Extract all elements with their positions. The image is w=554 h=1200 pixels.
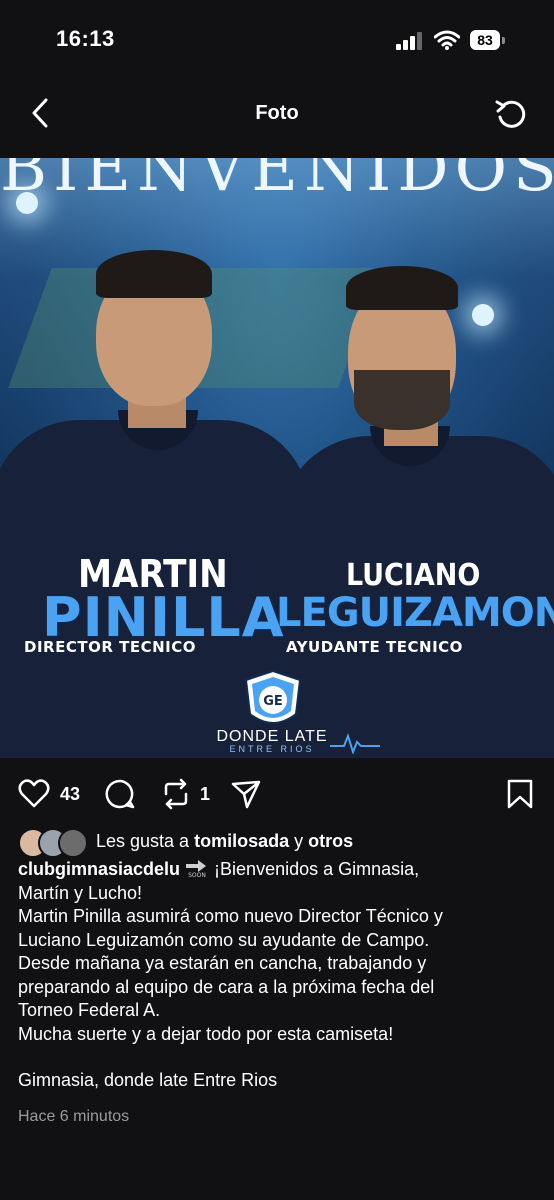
person-right-beard — [354, 370, 450, 430]
right-role: AYUDANTE TECNICO — [286, 638, 463, 656]
battery-tip — [502, 37, 505, 44]
person-right-hair — [346, 266, 458, 310]
status-bar: 16:13 83 — [0, 0, 554, 80]
left-role: DIRECTOR TECNICO — [24, 638, 196, 656]
right-last-name: LEGUIZAMON — [276, 590, 554, 636]
refresh-icon[interactable] — [494, 98, 528, 132]
right-first-name: LUCIANO — [346, 558, 481, 593]
status-time: 16:13 — [56, 26, 115, 51]
caption-line: preparando al equipo de cara a la próxim… — [18, 976, 435, 997]
bookmark-icon[interactable] — [504, 778, 536, 810]
heartbeat-line-icon — [330, 733, 380, 754]
club-crest-icon: GE — [244, 669, 302, 724]
likes-others[interactable]: otros — [308, 831, 353, 851]
likes-summary[interactable]: Les gusta a tomilosada y otros — [18, 828, 538, 858]
likes-count[interactable]: 43 — [60, 784, 80, 805]
post-caption: clubgimnasiacdelu SOON ¡Bienvenidos a Gimn… — [18, 858, 538, 1093]
caption-line: Mucha suerte y a dejar todo por esta cam… — [18, 1023, 394, 1044]
svg-text:SOON: SOON — [188, 872, 206, 878]
post-timestamp: Hace 6 minutos — [18, 1108, 130, 1125]
comment-icon[interactable] — [104, 778, 136, 810]
action-bar: 43 1 — [0, 776, 554, 816]
avatar — [58, 828, 88, 858]
liker-username[interactable]: tomilosada — [194, 831, 289, 851]
battery-indicator: 83 — [470, 30, 505, 50]
post-photo[interactable]: BIENVENIDOS MARTIN PINILLA DIRECTOR TECN… — [0, 158, 554, 758]
caption-username[interactable]: clubgimnasiacdelu — [18, 859, 180, 879]
heart-icon[interactable] — [18, 778, 50, 810]
page-title: Foto — [255, 102, 299, 124]
wifi-icon — [434, 30, 460, 50]
caption-line: Martín y Lucho! — [18, 882, 143, 903]
caption-line: Martin Pinilla asumirá como nuevo Direct… — [18, 906, 443, 926]
caption-line: ¡Bienvenidos a Gimnasia, — [214, 859, 420, 879]
battery-level: 83 — [470, 30, 500, 50]
likes-joiner: y — [289, 831, 309, 851]
likes-text: Les gusta a tomilosada y otros — [96, 831, 353, 852]
reposts-count[interactable]: 1 — [200, 784, 210, 805]
caption-first-line: clubgimnasiacdelu SOON ¡Bienvenidos a Gimn… — [18, 858, 538, 882]
crest-letters: GE — [263, 694, 283, 709]
caption-signature: Gimnasia, donde late Entre Rios — [18, 1070, 278, 1090]
likes-prefix: Les gusta a — [96, 831, 195, 851]
caption-line: Luciano Leguizamón como su ayudante de C… — [18, 929, 430, 950]
caption-line: Desde mañana ya estarán en cancha, traba… — [18, 953, 427, 973]
repost-icon[interactable] — [160, 778, 192, 810]
cellular-signal-icon — [396, 32, 422, 50]
share-icon[interactable] — [230, 778, 262, 810]
nav-bar: Foto — [0, 80, 554, 158]
caption-line: Torneo Federal A. — [18, 1000, 161, 1020]
soon-arrow-icon: SOON — [184, 858, 210, 879]
